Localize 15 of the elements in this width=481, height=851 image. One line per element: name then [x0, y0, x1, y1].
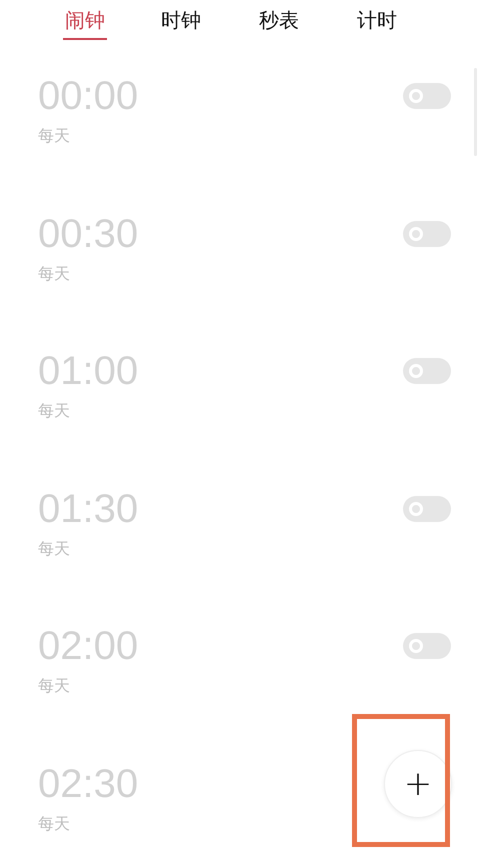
- toggle-switch[interactable]: [403, 358, 451, 384]
- repeat-label: 每天: [38, 676, 71, 697]
- repeat-label: 每天: [38, 814, 71, 834]
- toggle-switch[interactable]: [403, 633, 451, 659]
- add-button[interactable]: +: [384, 750, 452, 818]
- repeat-label: 每天: [38, 264, 71, 284]
- toggle-switch[interactable]: [403, 83, 451, 109]
- toggle-switch[interactable]: [403, 496, 451, 522]
- repeat-label: 每天: [38, 126, 71, 147]
- repeat-label: 每天: [38, 538, 71, 560]
- tab[interactable]: 秒表: [230, 0, 328, 40]
- repeat-label: 每天: [38, 401, 71, 422]
- toggle-switch[interactable]: [403, 220, 451, 246]
- tab[interactable]: 时钟: [132, 0, 230, 40]
- tab[interactable]: 计时: [328, 0, 426, 40]
